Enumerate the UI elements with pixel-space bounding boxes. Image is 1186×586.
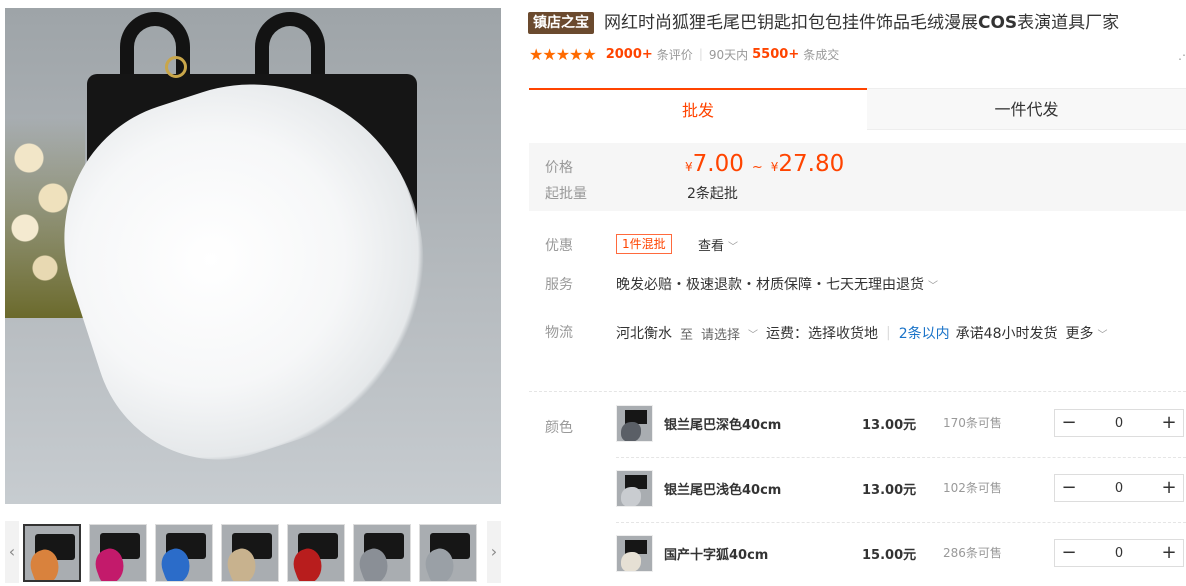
origin-city: 河北衡水	[616, 326, 672, 342]
moq-label: 起批量	[545, 186, 587, 202]
chevron-down-icon: ﹀	[728, 242, 739, 253]
shipping-promise: 承诺48小时发货	[955, 326, 1058, 342]
price-min: 7.00	[692, 151, 744, 177]
thumbnail[interactable]	[353, 524, 411, 582]
main-product-image[interactable]	[5, 8, 501, 504]
keyring	[165, 56, 187, 78]
section-divider	[529, 391, 1186, 392]
sales-label: 条成交	[803, 47, 840, 62]
service-label: 服务	[545, 277, 573, 293]
thumbnail[interactable]	[221, 524, 279, 582]
shipping-fee: 运费：选择收货地	[766, 326, 879, 342]
sku-row: 国产十字狐40cm 15.00元 286条可售 − +	[616, 532, 1186, 576]
title-text-bold: COS	[978, 13, 1018, 33]
chevron-down-icon: ﹀	[928, 281, 938, 292]
rating-bar: ★★★★★ 2000+ 条评价 | 90天内 5500+ 条成交	[529, 44, 839, 64]
price-label: 价格	[545, 160, 573, 176]
sku-name: 银兰尾巴深色40cm	[664, 418, 782, 433]
thumbnail[interactable]	[89, 524, 147, 582]
star-rating-icon: ★★★★★	[529, 44, 597, 64]
quantity-input[interactable]	[1083, 410, 1155, 436]
sku-thumbnail[interactable]	[616, 470, 653, 507]
chevron-down-icon[interactable]: ﹀	[1098, 326, 1108, 341]
price-box: 价格 ¥7.00 ~ ¥27.80 起批量 2条起批	[529, 143, 1186, 211]
thumbnail[interactable]	[155, 524, 213, 582]
minus-icon[interactable]: −	[1055, 540, 1083, 566]
destination-select[interactable]: 请选择	[701, 324, 740, 343]
quantity-stepper: − +	[1054, 474, 1184, 502]
sku-price: 15.00元	[862, 548, 917, 563]
moq-value: 2条起批	[687, 186, 738, 202]
shop-badge: 镇店之宝	[528, 12, 594, 34]
sku-stock: 102条可售	[943, 481, 1002, 495]
service-value[interactable]: 晚发必赔・极速退款・材质保障・七天无理由退货 ﹀	[616, 274, 938, 294]
currency-symbol: ¥	[685, 160, 693, 174]
eta-link[interactable]: 2条以内	[899, 323, 950, 343]
price-max: 27.80	[778, 151, 845, 177]
divider: |	[886, 325, 891, 341]
sku-name: 国产十字狐40cm	[664, 548, 769, 563]
logistics-label: 物流	[545, 325, 573, 341]
promo-view-link[interactable]: 查看 ﹀	[698, 235, 738, 254]
tab-dropship[interactable]: 一件代发	[867, 88, 1186, 130]
review-label[interactable]: 条评价	[657, 46, 693, 63]
service-text: 晚发必赔・极速退款・材质保障・七天无理由退货	[616, 277, 924, 293]
row-divider	[616, 457, 1186, 458]
tab-wholesale[interactable]: 批发	[529, 88, 867, 130]
sku-price: 13.00元	[862, 418, 917, 433]
share-icon[interactable]: ⋰	[1178, 48, 1186, 62]
thumbnail-strip: ‹ ›	[5, 521, 501, 583]
plus-icon[interactable]: +	[1155, 475, 1183, 501]
quantity-input[interactable]	[1083, 540, 1155, 566]
promo-tag: 1件混批	[616, 234, 672, 254]
quantity-input[interactable]	[1083, 475, 1155, 501]
purchase-tabs: 批发 一件代发	[529, 88, 1186, 130]
plus-icon[interactable]: +	[1155, 410, 1183, 436]
sku-thumbnail[interactable]	[616, 405, 653, 442]
minus-icon[interactable]: −	[1055, 475, 1083, 501]
sku-row: 银兰尾巴深色40cm 13.00元 170条可售 − +	[616, 402, 1186, 446]
to-label: 至	[680, 327, 694, 343]
minus-icon[interactable]: −	[1055, 410, 1083, 436]
plus-icon[interactable]: +	[1155, 540, 1183, 566]
thumbnail[interactable]	[287, 524, 345, 582]
sales-count: 5500+	[752, 46, 800, 62]
sku-price: 13.00元	[862, 483, 917, 498]
sku-stock: 170条可售	[943, 416, 1002, 430]
logistics-row: 河北衡水 至 请选择 ﹀ 运费：选择收货地 | 2条以内 承诺48小时发货 更多…	[616, 323, 1108, 343]
color-label: 颜色	[545, 420, 573, 436]
chevron-down-icon[interactable]: ﹀	[748, 326, 758, 341]
thumbnail[interactable]	[23, 524, 81, 582]
sku-row: 银兰尾巴浅色40cm 13.00元 102条可售 − +	[616, 467, 1186, 511]
price-sep: ~	[751, 160, 763, 175]
chevron-left-icon[interactable]: ‹	[5, 521, 19, 583]
quantity-stepper: − +	[1054, 409, 1184, 437]
sales-period: 90天内	[708, 47, 749, 62]
row-divider	[616, 522, 1186, 523]
more-link[interactable]: 更多	[1066, 323, 1094, 343]
divider: |	[698, 47, 703, 61]
promo-label: 优惠	[545, 238, 573, 254]
quantity-stepper: − +	[1054, 539, 1184, 567]
sku-stock: 286条可售	[943, 546, 1002, 560]
sku-name: 银兰尾巴浅色40cm	[664, 483, 782, 498]
sku-thumbnail[interactable]	[616, 535, 653, 572]
title-text: 表演道具厂家	[1017, 13, 1120, 33]
chevron-right-icon[interactable]: ›	[487, 521, 501, 583]
price-range: ¥7.00 ~ ¥27.80	[685, 151, 844, 177]
title-text: 网红时尚狐狸毛尾巴钥匙扣包包挂件饰品毛绒漫展	[604, 13, 978, 33]
review-count[interactable]: 2000+	[606, 47, 653, 62]
product-title: 网红时尚狐狸毛尾巴钥匙扣包包挂件饰品毛绒漫展COS表演道具厂家	[604, 10, 1119, 36]
promo-link-text: 查看	[698, 239, 725, 254]
thumbnail[interactable]	[419, 524, 477, 582]
